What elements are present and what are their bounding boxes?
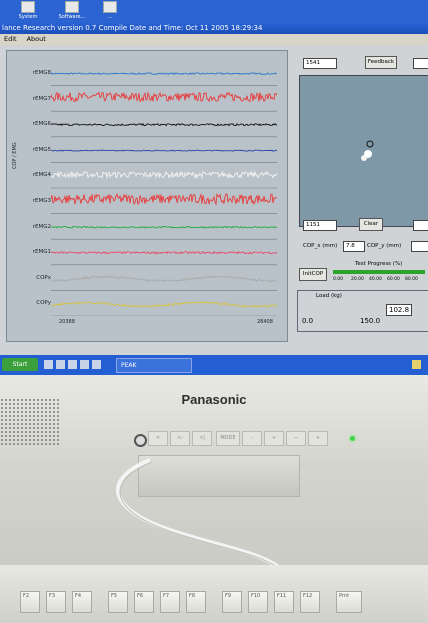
channel-trace-remg7: [51, 91, 277, 103]
monitor-screen: System Software... ... lance Research ve…: [0, 0, 428, 375]
key-f3[interactable]: F3: [46, 591, 66, 613]
cop-marker-plot: [361, 140, 374, 161]
initcop-button[interactable]: InitCOP: [299, 268, 327, 281]
computer-icon: [21, 1, 35, 13]
app-client-area: COP / EMG rEMG8 rEMG7 rEMG6 rEMG5 rEMG4 rEMG3…: [0, 45, 428, 355]
folder-icon: [65, 1, 79, 13]
bottom-left-field[interactable]: 1151: [303, 220, 337, 231]
channel-trace-copy: [51, 301, 277, 308]
start-button[interactable]: Start: [2, 358, 38, 371]
window-title-bar[interactable]: lance Research version 0.7 Compile Date …: [0, 22, 428, 34]
channel-label: rEMG3: [32, 198, 51, 205]
channel-label: COPx: [36, 274, 51, 281]
channel-trace-remg4: [51, 170, 277, 180]
quicklaunch-app-icon[interactable]: [68, 360, 77, 369]
channel-label: rEMG2: [32, 223, 51, 230]
taskbar: Start PEAK: [0, 355, 428, 375]
keyboard: F2 F3 F4 F5 F6 F7 F8 F9 F10 F11 F12 Prnt: [0, 565, 428, 623]
key-f11[interactable]: F11: [274, 591, 294, 613]
x-tick-end: 28408: [257, 319, 273, 325]
desktop-icon-row: System Software... ...: [0, 0, 428, 22]
key-f4[interactable]: F4: [72, 591, 92, 613]
top-right-field[interactable]: [413, 58, 428, 69]
load-max-label: 150.0: [360, 317, 381, 325]
window-title: lance Research version 0.7 Compile Date …: [2, 24, 263, 32]
quicklaunch-desktop-icon[interactable]: [56, 360, 65, 369]
key-f5[interactable]: F5: [108, 591, 128, 613]
quicklaunch-app3-icon[interactable]: [92, 360, 101, 369]
test-progress-bar: [333, 270, 425, 274]
progress-tick-3: 60.00: [387, 277, 400, 282]
x-tick-start: 20388: [59, 319, 75, 325]
test-progress-label: Test Progress (%): [355, 261, 403, 267]
channel-label: COPy: [36, 300, 51, 307]
menu-item-edit[interactable]: Edit: [4, 35, 17, 43]
clear-button[interactable]: Clear: [359, 218, 383, 231]
key-f12[interactable]: F12: [300, 591, 320, 613]
progress-tick-1: 20.00: [351, 277, 364, 282]
channel-trace-copx: [51, 275, 277, 283]
progress-tick-2: 40.00: [369, 277, 382, 282]
channel-label: rEMG6: [32, 121, 51, 128]
cop-x-label: COP_x (mm): [303, 243, 338, 249]
speaker-grille: [0, 398, 60, 446]
signal-traces: [51, 72, 277, 316]
key-f9[interactable]: F9: [222, 591, 242, 613]
desktop-icon[interactable]: System: [14, 1, 42, 21]
menu-bar: Edit About: [0, 34, 428, 45]
channel-label: rEMG4: [32, 172, 51, 179]
photo-scene: System Software... ... lance Research ve…: [0, 0, 428, 623]
bottom-right-field[interactable]: [413, 220, 428, 231]
signal-plot-panel: COP / EMG rEMG8 rEMG7 rEMG6 rEMG5 rEMG4 rEMG3…: [6, 50, 288, 342]
cop-target-display: [299, 75, 428, 227]
channel-trace-remg1: [51, 250, 277, 255]
key-f2[interactable]: F2: [20, 591, 40, 613]
menu-item-about[interactable]: About: [27, 35, 46, 43]
cop-x-value-field[interactable]: 7.8: [343, 241, 365, 252]
key-print-screen[interactable]: Prnt: [336, 591, 362, 613]
channel-trace-remg3: [51, 192, 277, 206]
load-group: Load (kg) 102.8 0.0 150.0: [297, 290, 428, 332]
desktop-icon[interactable]: ...: [96, 1, 124, 21]
channel-trace-remg8: [51, 72, 277, 76]
feedback-button[interactable]: Feedback: [365, 56, 397, 69]
channel-trace-remg6: [51, 122, 277, 127]
channel-label: rEMG8: [32, 70, 51, 77]
key-f6[interactable]: F6: [134, 591, 154, 613]
target-ring-icon: [366, 140, 374, 148]
key-f10[interactable]: F10: [248, 591, 268, 613]
channel-trace-remg2: [51, 225, 277, 229]
channel-label: rEMG1: [32, 249, 51, 256]
progress-tick-4: 80.00: [405, 277, 418, 282]
cop-y-value-field[interactable]: [411, 241, 428, 252]
tray-icon[interactable]: [412, 360, 421, 369]
load-label: Load (kg): [316, 293, 342, 299]
quicklaunch-ie-icon[interactable]: [44, 360, 53, 369]
cop-y-label: COP_y (mm): [367, 243, 402, 249]
taskbar-item[interactable]: PEAK: [116, 358, 192, 373]
folder-icon: [103, 1, 117, 13]
top-value-field[interactable]: 1541: [303, 58, 337, 69]
brand-logo: Panasonic: [181, 392, 247, 407]
desktop-icon[interactable]: Software...: [58, 1, 86, 21]
key-f7[interactable]: F7: [160, 591, 180, 613]
cable: [116, 458, 293, 578]
progress-tick-0: 0.00: [333, 277, 344, 282]
channel-label: rEMG7: [32, 95, 51, 102]
feedback-panel: 1541 Feedback 1151 Clear COP_x (mm) 7.8 …: [293, 50, 428, 340]
cop-cursor-trail-icon: [361, 155, 367, 161]
key-f8[interactable]: F8: [186, 591, 206, 613]
quicklaunch-app2-icon[interactable]: [80, 360, 89, 369]
load-min-label: 0.0: [302, 317, 314, 325]
channel-trace-remg5: [51, 149, 277, 152]
load-value-field[interactable]: 102.8: [386, 304, 412, 316]
channel-label: rEMG5: [32, 146, 51, 153]
